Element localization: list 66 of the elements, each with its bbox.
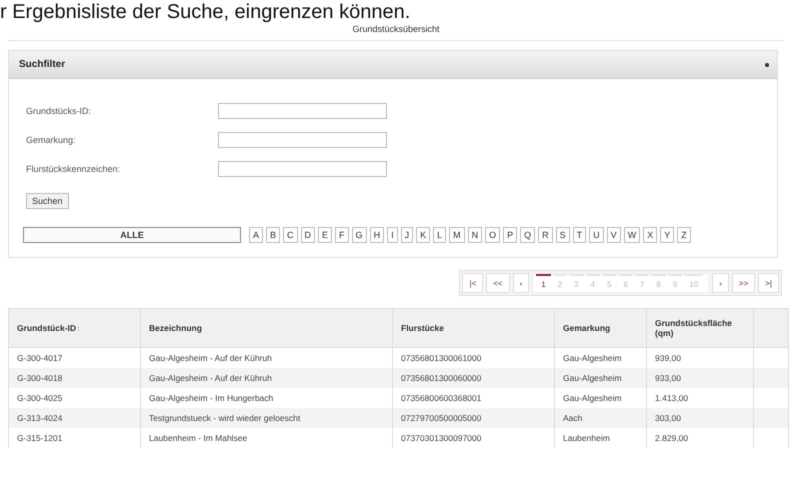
letter-filter-button[interactable]: Q (520, 227, 536, 243)
letter-filter-button[interactable]: G (352, 227, 367, 243)
column-header[interactable]: Grundstücksfläche (qm) (646, 308, 754, 348)
first-page-button[interactable]: |< (462, 273, 484, 293)
column-header[interactable]: Grundstück-ID↑ (8, 308, 140, 348)
table-cell: G-313-4024 (8, 408, 140, 428)
letter-filter-button[interactable]: J (400, 227, 414, 243)
letter-filter-button[interactable]: S (556, 227, 570, 243)
sort-indicator: ↑ (76, 323, 80, 333)
table-cell: Gau-Algesheim - Auf der Kühruh (140, 368, 392, 388)
letter-filter-button[interactable]: E (318, 227, 332, 243)
column-header[interactable]: Gemarkung (554, 308, 646, 348)
table-cell: Laubenheim (554, 428, 646, 448)
table-cell: 933,00 (646, 368, 754, 388)
table-cell: Laubenheim - Im Mahlsee (140, 428, 392, 448)
table-cell: Aach (554, 408, 646, 428)
letter-filter-button[interactable]: C (283, 227, 298, 243)
field-label: Flurstückskennzeichen: (25, 164, 122, 174)
letter-filter-button[interactable]: T (572, 227, 586, 243)
page-title: Grundstücksübersicht (8, 24, 784, 41)
previous-page-button[interactable]: ‹ (512, 273, 530, 293)
letter-filter-button[interactable]: I (387, 227, 398, 243)
next-block-button[interactable]: >> (732, 273, 756, 293)
letter-filter-button[interactable]: D (300, 227, 316, 243)
table-cell: 07370301300097000 (392, 428, 554, 448)
letter-filter-button[interactable]: R (538, 227, 553, 243)
letter-filter-button[interactable]: N (468, 227, 482, 243)
panel-header[interactable]: Suchfilter (9, 51, 777, 79)
letter-filter-button[interactable]: W (624, 227, 640, 243)
letter-filter-button[interactable]: F (335, 227, 349, 243)
intro-text: r Ergebnisliste der Suche, eingrenzen können. (0, 0, 410, 24)
table-cell: 303,00 (646, 408, 754, 428)
letter-filter-button[interactable]: X (643, 227, 658, 243)
input-field[interactable] (218, 132, 387, 148)
last-page-button[interactable]: >| (758, 273, 779, 293)
letter-filter-button[interactable]: H (370, 227, 384, 243)
input-field[interactable] (218, 103, 387, 119)
letter-filter-button[interactable]: B (266, 227, 280, 243)
letter-filter-button[interactable]: Y (660, 227, 674, 243)
collapse-icon[interactable] (765, 62, 769, 66)
previous-block-button[interactable]: << (486, 273, 510, 293)
column-header[interactable]: Bezeichnung (140, 308, 392, 348)
letter-filter-button[interactable]: K (416, 227, 430, 243)
letter-filter-button[interactable]: M (449, 227, 465, 243)
table-cell: 2.829,00 (646, 428, 754, 448)
table-cell: 07356801300060000 (392, 368, 554, 388)
field-label: Gemarkung: (25, 135, 77, 145)
field-label: Grundstücks-ID: (25, 106, 92, 116)
letter-filter-button[interactable]: ALLE (23, 227, 241, 243)
letter-filter-button[interactable]: V (606, 227, 621, 243)
next-page-button[interactable]: › (712, 273, 729, 293)
table-cell: Testgrundstueck - wird wieder geloescht (140, 408, 392, 428)
input-field[interactable] (218, 161, 387, 177)
table-cell: G-300-4018 (8, 368, 140, 388)
table-cell: G-315-1201 (8, 428, 140, 448)
letter-filter-button[interactable]: P (503, 227, 518, 243)
page-link[interactable]: 1 (536, 274, 551, 292)
column-header[interactable]: Flurstücke (392, 308, 554, 348)
table-cell: Gau-Algesheim (554, 368, 646, 388)
letter-filter-button[interactable]: A (249, 227, 264, 243)
table-cell: 07279700500005000 (392, 408, 554, 428)
search-button[interactable]: Suchen (26, 193, 69, 209)
letter-filter-button[interactable]: Z (677, 227, 691, 243)
letter-filter-button[interactable]: L (433, 227, 446, 243)
letter-filter-button[interactable]: O (485, 227, 500, 243)
letter-filter-button[interactable]: U (589, 227, 604, 243)
